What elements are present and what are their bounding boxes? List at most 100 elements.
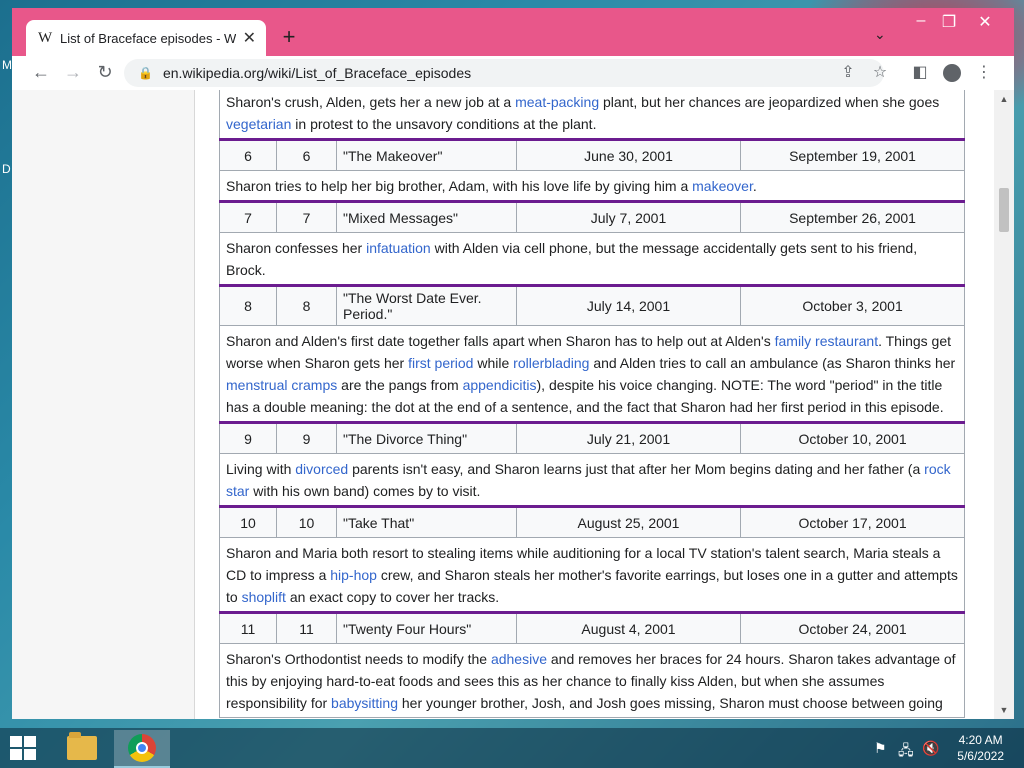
wiki-link[interactable]: first period xyxy=(408,355,473,371)
wiki-link[interactable]: shoplift xyxy=(242,589,286,605)
description-text: plant, but her chances are jeopardized w… xyxy=(599,94,940,110)
episode-summary: Sharon confesses her infatuation with Al… xyxy=(218,232,966,287)
original-air-date: August 25, 2001 xyxy=(516,506,741,538)
episode-title: "Take That" xyxy=(336,506,517,538)
wiki-link[interactable]: infatuation xyxy=(366,240,431,256)
episode-title: "Twenty Four Hours" xyxy=(336,612,517,644)
episode-summary-row: Sharon tries to help her big brother, Ad… xyxy=(218,170,966,203)
wiki-link[interactable]: vegetarian xyxy=(226,116,291,132)
maximize-icon[interactable]: ❐ xyxy=(934,12,964,32)
episode-summary-row: Living with divorced parents isn't easy,… xyxy=(218,453,966,508)
taskbar: ⚑ 🖧 🔇 4:20 AM 5/6/2022 xyxy=(0,728,1024,768)
wiki-link[interactable]: divorced xyxy=(295,461,348,477)
wiki-link[interactable]: menstrual cramps xyxy=(226,377,337,393)
description-text: with his own band) comes by to visit. xyxy=(249,483,481,499)
back-arrow-icon[interactable]: ← xyxy=(28,60,54,84)
left-sidebar xyxy=(12,90,195,719)
side-panel-icon[interactable]: ◧ xyxy=(908,61,932,85)
episode-row: 11 11 "Twenty Four Hours" August 4, 2001 Oct… xyxy=(219,612,966,644)
tab-close-icon[interactable]: ✕ xyxy=(243,28,256,48)
episode-title: "Mixed Messages" xyxy=(336,201,517,233)
close-window-icon[interactable]: ✕ xyxy=(970,12,1000,32)
episode-title: "The Divorce Thing" xyxy=(336,422,517,454)
episode-number-season: 7 xyxy=(276,201,337,233)
episode-number-season: 11 xyxy=(276,612,337,644)
description-text: Living with xyxy=(226,461,296,477)
reload-icon[interactable]: ↻ xyxy=(92,60,118,84)
description-text: her younger brother, Josh, and Josh goes… xyxy=(397,695,943,711)
wiki-link[interactable]: makeover xyxy=(692,178,753,194)
episode-summary-row: Sharon and Maria both resort to stealing… xyxy=(218,537,966,614)
episode-number-overall: 7 xyxy=(219,201,277,233)
browser-toolbar: ← → ↻ 🔒 en.wikipedia.org/wiki/List_of_Br… xyxy=(12,56,1014,90)
episode-summary: Sharon's crush, Alden, gets her a new jo… xyxy=(218,90,966,141)
volume-muted-icon[interactable]: 🔇 xyxy=(922,740,939,757)
profile-avatar-icon[interactable] xyxy=(940,61,964,90)
episode-row: 10 10 "Take That" August 25, 2001 October 17… xyxy=(219,506,966,538)
windows-start-icon[interactable] xyxy=(10,736,38,760)
episode-summary: Sharon and Alden's first date together f… xyxy=(218,325,966,424)
description-text: Sharon confesses her xyxy=(226,240,367,256)
description-text: in protest to the unsavory conditions at… xyxy=(291,116,597,132)
episode-number-overall: 11 xyxy=(219,612,277,644)
flag-notification-icon[interactable]: ⚑ xyxy=(874,740,887,757)
description-text: parents isn't easy, and Sharon learns ju… xyxy=(348,461,925,477)
description-text: Sharon and Alden's first date together f… xyxy=(226,333,775,349)
episode-title: "The Worst Date Ever. Period." xyxy=(336,285,517,326)
page-scrollbar[interactable]: ▲ ▼ xyxy=(994,90,1014,719)
description-text: Sharon's Orthodontist needs to modify th… xyxy=(226,651,491,667)
browser-window: W List of Braceface episodes - Wikipedia… xyxy=(12,8,1014,719)
wiki-link[interactable]: babysitting xyxy=(331,695,398,711)
forward-arrow-icon[interactable]: → xyxy=(60,60,86,84)
episode-title: "The Makeover" xyxy=(336,139,517,171)
scroll-up-icon[interactable]: ▲ xyxy=(994,94,1014,104)
address-url[interactable]: en.wikipedia.org/wiki/List_of_Braceface_… xyxy=(163,65,471,81)
tab-strip: W List of Braceface episodes - Wikipedia… xyxy=(12,8,1014,56)
description-text: Sharon's crush, Alden, gets her a new jo… xyxy=(226,94,516,110)
episode-number-season: 8 xyxy=(276,285,337,326)
original-air-date: July 14, 2001 xyxy=(516,285,741,326)
wiki-link[interactable]: adhesive xyxy=(491,651,547,667)
tab-wikipedia[interactable]: W List of Braceface episodes - Wikipedia… xyxy=(26,20,266,56)
address-bar[interactable]: 🔒 en.wikipedia.org/wiki/List_of_Bracefac… xyxy=(124,59,884,87)
episode-summary: Sharon tries to help her big brother, Ad… xyxy=(218,170,966,203)
scroll-down-icon[interactable]: ▼ xyxy=(994,705,1014,715)
episode-summary-row: Sharon confesses her infatuation with Al… xyxy=(218,232,966,287)
network-icon[interactable]: 🖧 xyxy=(898,740,914,764)
tab-title: List of Braceface episodes - Wikipedia xyxy=(60,30,236,46)
clock-time: 4:20 AM xyxy=(958,733,1003,747)
scrollbar-thumb[interactable] xyxy=(999,188,1009,232)
desktop-icon-label: D xyxy=(2,162,11,176)
episode-number-overall: 10 xyxy=(219,506,277,538)
wiki-link[interactable]: appendicitis xyxy=(463,377,537,393)
lock-icon: 🔒 xyxy=(138,66,153,80)
episode-summary-row: Sharon's crush, Alden, gets her a new jo… xyxy=(218,90,966,141)
wiki-link[interactable]: hip-hop xyxy=(330,567,377,583)
us-air-date: October 17, 2001 xyxy=(739,506,966,538)
episode-number-season: 6 xyxy=(276,139,337,171)
wiki-link[interactable]: meat-packing xyxy=(515,94,599,110)
original-air-date: July 7, 2001 xyxy=(516,201,741,233)
description-text: an exact copy to cover her tracks. xyxy=(285,589,500,605)
page-viewport: Sharon's crush, Alden, gets her a new jo… xyxy=(12,90,1014,719)
clock-date: 5/6/2022 xyxy=(957,749,1004,763)
chrome-taskbar-icon[interactable] xyxy=(114,730,170,768)
episode-number-overall: 6 xyxy=(219,139,277,171)
episode-number-season: 9 xyxy=(276,422,337,454)
episode-summary-row: Sharon and Alden's first date together f… xyxy=(218,325,966,424)
kebab-menu-icon[interactable]: ⋮ xyxy=(972,61,996,85)
wiki-link[interactable]: rollerblading xyxy=(513,355,589,371)
system-clock[interactable]: 4:20 AM 5/6/2022 xyxy=(957,732,1004,764)
episode-row: 9 9 "The Divorce Thing" July 21, 2001 Octobe… xyxy=(219,422,966,454)
tab-search-chevron-icon[interactable]: ⌄ xyxy=(874,26,886,43)
us-air-date: September 19, 2001 xyxy=(739,139,966,171)
new-tab-plus-icon[interactable]: + xyxy=(278,24,300,50)
file-explorer-icon[interactable] xyxy=(54,730,110,766)
minimize-icon[interactable]: – xyxy=(906,12,936,30)
bookmark-star-icon[interactable]: ☆ xyxy=(868,61,892,85)
wiki-link[interactable]: family restaurant xyxy=(775,333,878,349)
share-icon[interactable]: ⇪ xyxy=(836,61,860,85)
episode-summary-row: Sharon's Orthodontist needs to modify th… xyxy=(218,643,966,718)
description-text: and Alden tries to call an ambulance (as… xyxy=(589,355,956,371)
us-air-date: October 3, 2001 xyxy=(739,285,966,326)
